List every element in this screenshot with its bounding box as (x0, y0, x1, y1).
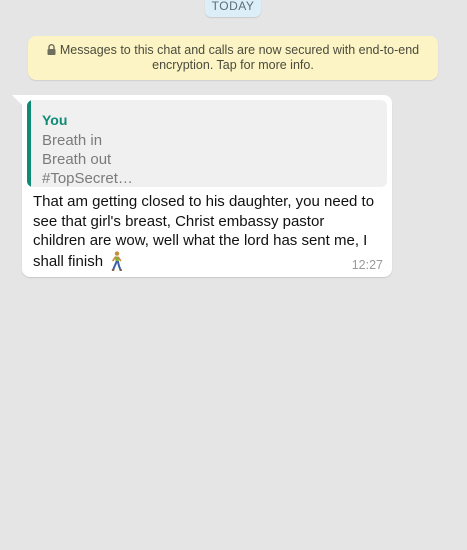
quote-accent-bar (27, 100, 31, 187)
quote-line: Breath out (42, 151, 112, 168)
lock-icon (47, 44, 56, 55)
encryption-notice-line2: encryption. Tap for more info. (152, 58, 314, 72)
encryption-notice[interactable]: Messages to this chat and calls are now … (28, 36, 438, 80)
message-text: That am getting closed to his daughter, … (33, 193, 375, 270)
quote-author: You (42, 112, 68, 128)
message-bubble[interactable]: You Breath in Breath out #TopSecret… Tha… (22, 95, 392, 277)
date-chip: TODAY (205, 0, 261, 17)
quote-line: #TopSecret… (42, 170, 133, 187)
message-timestamp: 12:27 (351, 258, 383, 272)
message-text-block: That am getting closed to his daughter, … (33, 192, 378, 271)
encryption-notice-line1: Messages to this chat and calls are now … (59, 43, 420, 57)
date-chip-label: TODAY (211, 0, 255, 13)
quote-line: Breath in (42, 132, 103, 149)
quote-text: Breath in Breath out #TopSecret… (42, 131, 133, 187)
person-walking-icon (112, 250, 123, 271)
quoted-message[interactable]: You Breath in Breath out #TopSecret… (27, 100, 387, 187)
